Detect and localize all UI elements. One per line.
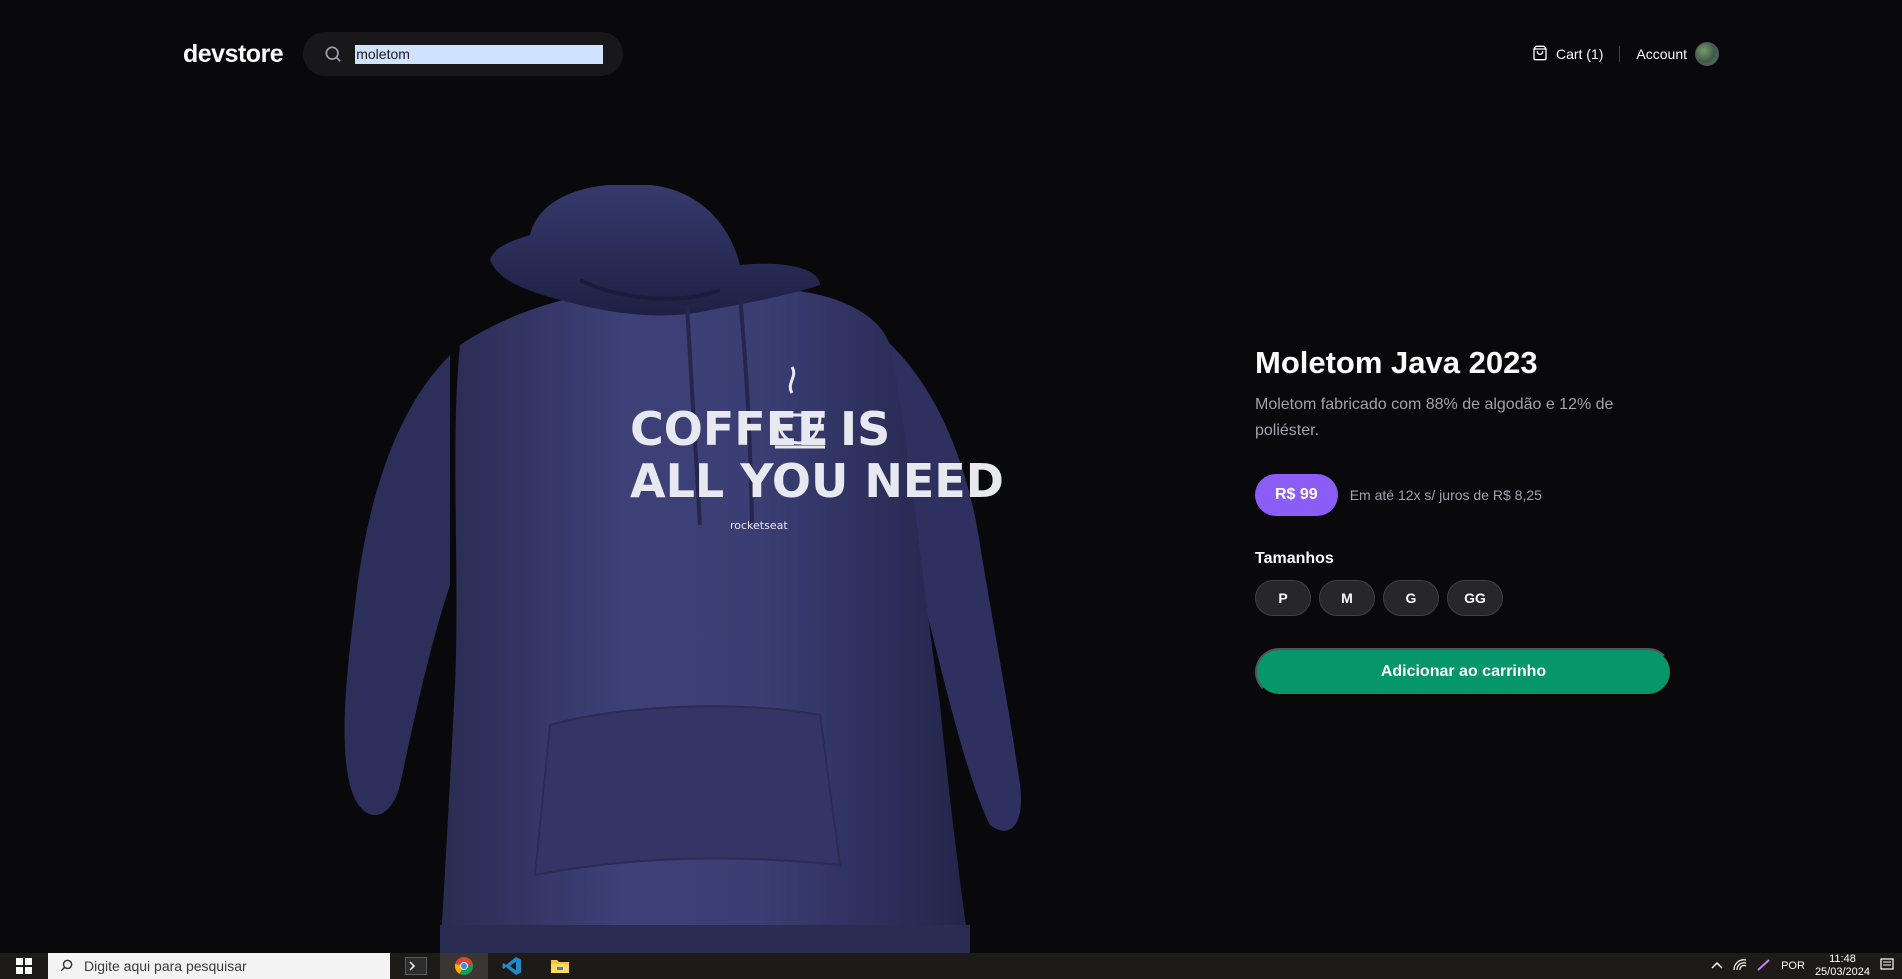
file-explorer-app[interactable] — [536, 953, 584, 979]
clock-date: 25/03/2024 — [1814, 966, 1870, 978]
price-badge: R$ 99 — [1255, 474, 1338, 516]
product-title: Moletom Java 2023 — [1255, 345, 1538, 380]
product-info: Moletom Java 2023 Moletom fabricado com … — [1255, 344, 1675, 696]
chevron-up-icon[interactable] — [1711, 960, 1723, 972]
terminal-icon — [405, 957, 427, 975]
network-icon[interactable] — [1733, 958, 1747, 974]
terminal-app[interactable] — [392, 953, 440, 979]
product-image: COFFEE IS ALL YOU NEED rocketseat — [320, 184, 1080, 953]
print-brand: rocketseat — [730, 519, 788, 532]
size-button-g[interactable]: G — [1383, 580, 1439, 616]
print-all-you-need: ALL YOU NEED — [630, 454, 1004, 508]
size-options: P M G GG — [1255, 580, 1675, 616]
size-button-gg[interactable]: GG — [1447, 580, 1503, 616]
price-row: R$ 99 Em até 12x s/ juros de R$ 8,25 — [1255, 474, 1675, 516]
language-indicator[interactable]: POR — [1781, 960, 1805, 972]
account-label: Account — [1636, 46, 1687, 62]
taskbar-search-placeholder: Digite aqui para pesquisar — [84, 958, 247, 974]
size-button-m[interactable]: M — [1319, 580, 1375, 616]
taskbar: Digite aqui para pesquisar POR 11:48 25/… — [0, 953, 1902, 979]
clock-time: 11:48 — [1829, 953, 1856, 965]
cart-label: Cart (1) — [1555, 46, 1604, 62]
header: devstore moletom Cart (1) Account — [183, 32, 1719, 76]
start-button[interactable] — [0, 953, 48, 979]
vscode-icon — [502, 957, 521, 975]
cart-link[interactable]: Cart (1) — [1532, 45, 1603, 64]
taskbar-apps — [392, 953, 584, 979]
vscode-app[interactable] — [488, 953, 536, 979]
search-form[interactable]: moletom — [303, 32, 624, 76]
shopping-bag-icon — [1532, 45, 1548, 64]
chrome-icon — [454, 957, 474, 976]
search-icon — [323, 44, 343, 64]
add-to-cart-button[interactable]: Adicionar ao carrinho — [1255, 648, 1672, 696]
product-description: Moletom fabricado com 88% de algodão e 1… — [1255, 396, 1614, 439]
notifications-icon[interactable] — [1880, 957, 1894, 975]
logo-link[interactable]: devstore — [183, 40, 284, 69]
search-input[interactable]: moletom — [355, 44, 604, 64]
store-page: devstore moletom Cart (1) Account COFFEE… — [0, 0, 1902, 953]
sizes-label: Tamanhos — [1255, 550, 1334, 567]
pen-icon[interactable] — [1757, 958, 1771, 974]
clock[interactable]: 11:48 25/03/2024 — [1815, 953, 1870, 979]
windows-icon — [16, 958, 32, 974]
print-is: IS — [840, 402, 890, 456]
header-right: Cart (1) Account — [1532, 42, 1719, 66]
size-button-p[interactable]: P — [1255, 580, 1311, 616]
taskbar-search[interactable]: Digite aqui para pesquisar — [48, 953, 390, 979]
header-divider — [1619, 46, 1621, 62]
chrome-app[interactable] — [440, 953, 488, 979]
system-tray: POR 11:48 25/03/2024 — [1711, 953, 1902, 979]
search-icon — [60, 958, 74, 975]
avatar — [1695, 42, 1719, 66]
account-link[interactable]: Account — [1636, 42, 1719, 66]
file-explorer-icon — [551, 960, 569, 973]
header-left: devstore moletom — [183, 32, 624, 76]
installments-text: Em até 12x s/ juros de R$ 8,25 — [1349, 487, 1542, 503]
